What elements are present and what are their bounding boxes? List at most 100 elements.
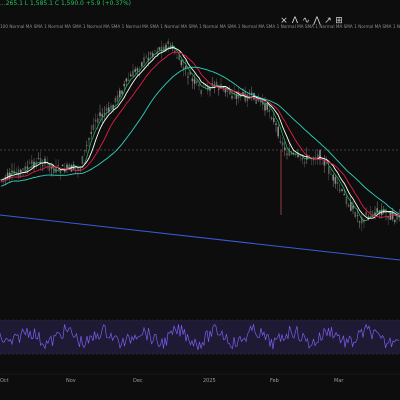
candle-body — [180, 59, 183, 66]
candle-body — [187, 76, 189, 78]
candle-body — [343, 194, 345, 196]
chart-window: ...265.1 L 1,585.1 C 1,590.0 +5.9 (+0.37… — [0, 0, 400, 400]
candle-body — [178, 55, 180, 61]
candle-body — [365, 212, 367, 216]
candle-body — [37, 158, 40, 159]
candle-body — [97, 118, 99, 124]
candle-body — [290, 153, 293, 155]
candle-body — [345, 196, 348, 205]
candle-body — [99, 112, 101, 117]
candle-body — [286, 153, 288, 155]
candle-body — [42, 165, 44, 167]
candle-body — [31, 160, 33, 165]
candle-body — [209, 88, 211, 91]
candle-body — [79, 168, 81, 170]
trend-line — [0, 214, 400, 261]
candle-body — [319, 150, 321, 160]
candle-body — [341, 189, 343, 191]
candle-body — [336, 181, 339, 184]
candle-body — [86, 145, 88, 146]
candle-body — [22, 168, 24, 170]
candle-body — [281, 142, 284, 146]
x-tick-label: 2025 — [203, 378, 216, 384]
candle-body — [28, 162, 31, 164]
candle-body — [356, 215, 359, 217]
candle-body — [92, 124, 95, 130]
candle-body — [347, 204, 350, 207]
candle-body — [352, 205, 354, 209]
candle-body — [110, 105, 112, 109]
candle-body — [226, 90, 229, 92]
candle-body — [145, 56, 147, 58]
candle-body — [321, 163, 323, 165]
candle-body — [141, 62, 143, 67]
ma-red-line — [0, 51, 400, 218]
candle-body — [196, 80, 198, 84]
candle-body — [75, 167, 77, 169]
x-tick-label: Oct — [0, 378, 9, 384]
candle-body — [268, 109, 271, 113]
candle-body — [50, 167, 53, 169]
candle-body — [323, 160, 326, 166]
candle-body — [369, 211, 372, 213]
candle-body — [394, 219, 396, 222]
candle-body — [26, 166, 29, 169]
price-chart[interactable] — [0, 0, 400, 400]
x-tick-label: Feb — [270, 378, 279, 384]
candle-body — [275, 123, 277, 125]
candle-body — [136, 68, 139, 71]
candle-body — [385, 212, 387, 213]
candle-body — [127, 79, 130, 81]
candle-body — [358, 221, 361, 223]
candle-body — [270, 118, 273, 119]
candle-body — [149, 52, 152, 56]
candle-body — [231, 96, 233, 99]
candle-body — [350, 202, 352, 211]
candle-body — [202, 84, 205, 86]
candle-body — [330, 173, 332, 175]
candle-body — [191, 78, 194, 82]
candle-body — [332, 174, 334, 181]
candle-body — [90, 132, 92, 134]
candle-body — [279, 141, 282, 143]
candle-body — [193, 79, 196, 84]
candle-body — [354, 212, 356, 218]
candle-body — [176, 57, 178, 59]
ma-teal-line — [0, 66, 400, 215]
candle-body — [134, 69, 136, 72]
candle-body — [123, 83, 125, 87]
candle-body — [229, 91, 231, 95]
candle-body — [301, 157, 304, 160]
candle-body — [264, 104, 266, 111]
candle-body — [167, 41, 169, 45]
candle-body — [132, 70, 134, 77]
candle-body — [154, 50, 156, 52]
candle-body — [83, 150, 86, 152]
candle-body — [251, 92, 253, 94]
candle-body — [116, 95, 119, 102]
candle-body — [277, 126, 279, 137]
candle-body — [328, 166, 330, 174]
candle-body — [101, 114, 103, 117]
candle-body — [160, 46, 163, 53]
x-tick-label: Mar — [334, 378, 344, 384]
candle-body — [273, 118, 275, 122]
candle-body — [185, 66, 187, 68]
candle-body — [105, 107, 108, 111]
candle-body — [297, 154, 299, 158]
candle-body — [88, 138, 90, 140]
candle-body — [81, 156, 84, 165]
candle-body — [284, 147, 286, 151]
candle-body — [158, 47, 161, 50]
candle-body — [143, 57, 145, 64]
candle-body — [121, 90, 123, 94]
candle-body — [396, 216, 398, 220]
candle-body — [198, 84, 200, 87]
rsi-band — [0, 320, 400, 354]
candle-body — [13, 170, 15, 174]
candle-body — [94, 119, 97, 122]
candle-body — [218, 88, 220, 90]
x-tick-label: Dec — [133, 378, 143, 384]
candle-body — [334, 176, 337, 184]
candle-body — [125, 78, 128, 82]
